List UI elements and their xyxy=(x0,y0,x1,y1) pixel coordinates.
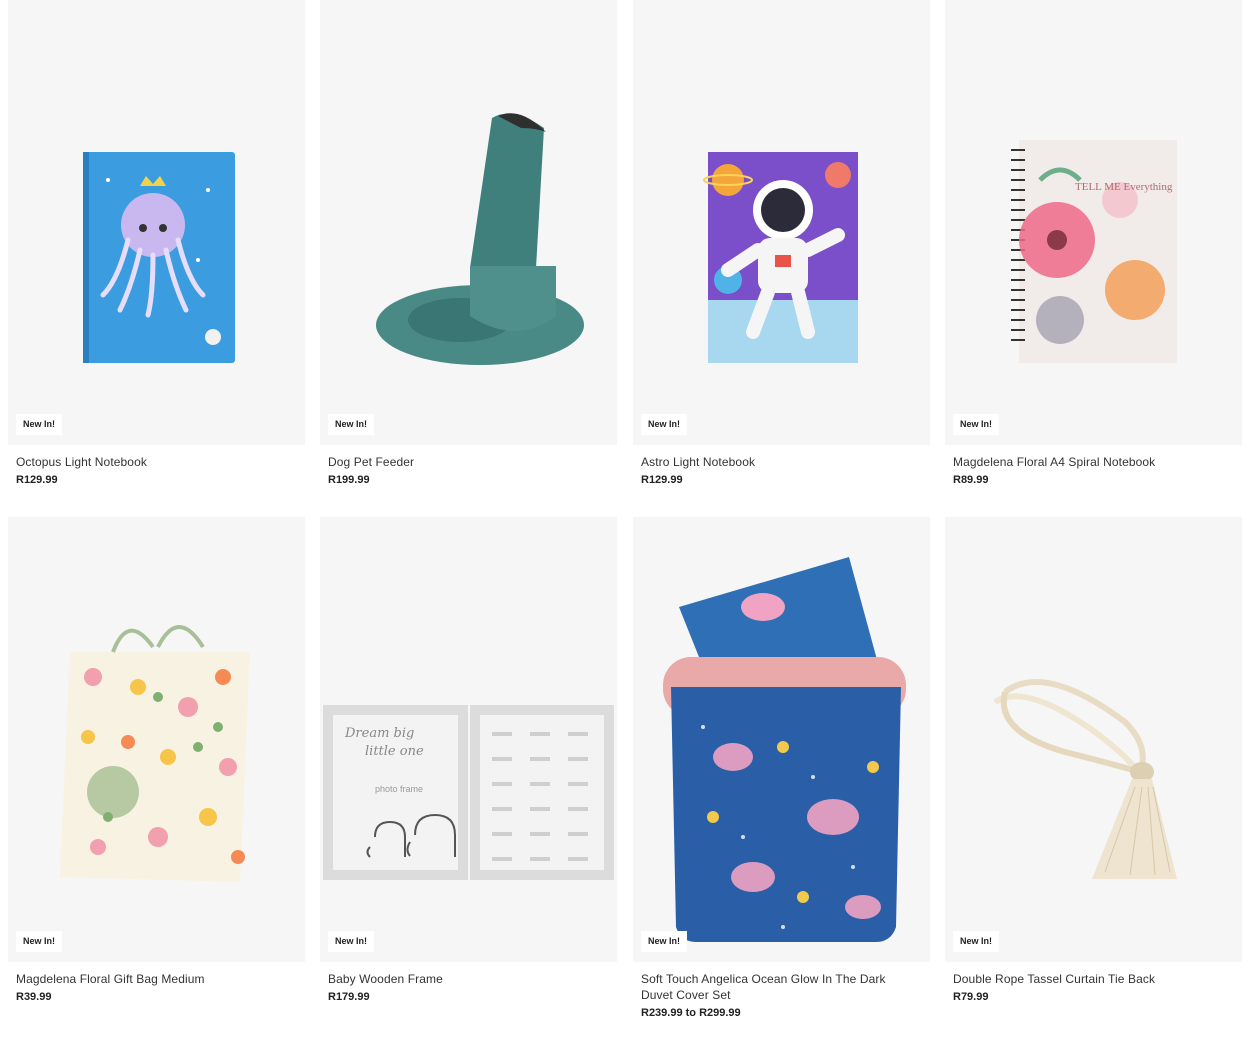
product-image-box[interactable]: Dream big little one photo frame New In! xyxy=(320,517,617,962)
product-price: R79.99 xyxy=(953,991,989,1003)
astronaut-notebook-image xyxy=(703,152,858,363)
jellyfish-notebook-image xyxy=(83,152,235,363)
new-in-badge: New In! xyxy=(641,414,688,435)
new-in-badge: New In! xyxy=(641,931,688,952)
product-price: R239.99 to R299.99 xyxy=(641,1007,741,1019)
product-card[interactable]: New In! Astro Light Notebook R129.99 xyxy=(633,0,930,486)
product-price: R129.99 xyxy=(641,474,683,486)
product-image-box[interactable]: New In! xyxy=(633,0,930,445)
product-title[interactable]: Baby Wooden Frame xyxy=(328,971,617,987)
product-card[interactable]: New In! Magdelena Floral Gift Bag Medium… xyxy=(8,517,305,1003)
product-price: R89.99 xyxy=(953,474,989,486)
product-image-box[interactable]: New In! xyxy=(8,517,305,962)
product-image-box[interactable]: New In! xyxy=(8,0,305,445)
frame-text-dream: Dream big xyxy=(344,726,414,741)
frame-text-photo: photo frame xyxy=(375,784,423,794)
product-image-box[interactable]: TELL ME Everything New In! xyxy=(945,0,1242,445)
product-price: R39.99 xyxy=(16,991,52,1003)
product-title[interactable]: Soft Touch Angelica Ocean Glow In The Da… xyxy=(641,971,930,1003)
frame-text-little-one: little one xyxy=(365,744,424,759)
product-price: R199.99 xyxy=(328,474,370,486)
product-title[interactable]: Octopus Light Notebook xyxy=(16,454,305,470)
product-card[interactable]: TELL ME Everything New In! Magdelena Flo… xyxy=(945,0,1242,486)
rope-tassel-image xyxy=(993,679,1177,879)
new-in-badge: New In! xyxy=(16,414,63,435)
new-in-badge: New In! xyxy=(16,931,63,952)
product-grid: New In! Octopus Light Notebook R129.99 N… xyxy=(0,0,1250,1050)
new-in-badge: New In! xyxy=(328,931,375,952)
product-price: R179.99 xyxy=(328,991,370,1003)
new-in-badge: New In! xyxy=(953,931,1000,952)
product-image-box[interactable]: New In! xyxy=(945,517,1242,962)
product-title[interactable]: Magdelena Floral A4 Spiral Notebook xyxy=(953,454,1242,470)
product-title[interactable]: Dog Pet Feeder xyxy=(328,454,617,470)
product-card[interactable]: New In! Octopus Light Notebook R129.99 xyxy=(8,0,305,486)
product-card[interactable]: New In! Double Rope Tassel Curtain Tie B… xyxy=(945,517,1242,1003)
new-in-badge: New In! xyxy=(953,414,1000,435)
product-price: R129.99 xyxy=(16,474,58,486)
product-card[interactable]: New In! Dog Pet Feeder R199.99 xyxy=(320,0,617,486)
new-in-badge: New In! xyxy=(328,414,375,435)
product-image-box[interactable]: New In! xyxy=(633,517,930,962)
product-card[interactable]: Dream big little one photo frame New In!… xyxy=(320,517,617,1003)
product-card[interactable]: New In! Soft Touch Angelica Ocean Glow I… xyxy=(633,517,930,1019)
floral-gift-bag-image xyxy=(60,625,250,882)
product-title[interactable]: Astro Light Notebook xyxy=(641,454,930,470)
ocean-duvet-image xyxy=(663,557,906,942)
pet-feeder-image xyxy=(376,113,584,365)
floral-spiral-notebook-image: TELL ME Everything xyxy=(1011,140,1177,363)
notebook-cover-text: TELL ME Everything xyxy=(1075,181,1173,193)
product-image-box[interactable]: New In! xyxy=(320,0,617,445)
baby-frame-image: Dream big little one photo frame xyxy=(323,705,614,880)
product-title[interactable]: Double Rope Tassel Curtain Tie Back xyxy=(953,971,1242,987)
product-title[interactable]: Magdelena Floral Gift Bag Medium xyxy=(16,971,305,987)
